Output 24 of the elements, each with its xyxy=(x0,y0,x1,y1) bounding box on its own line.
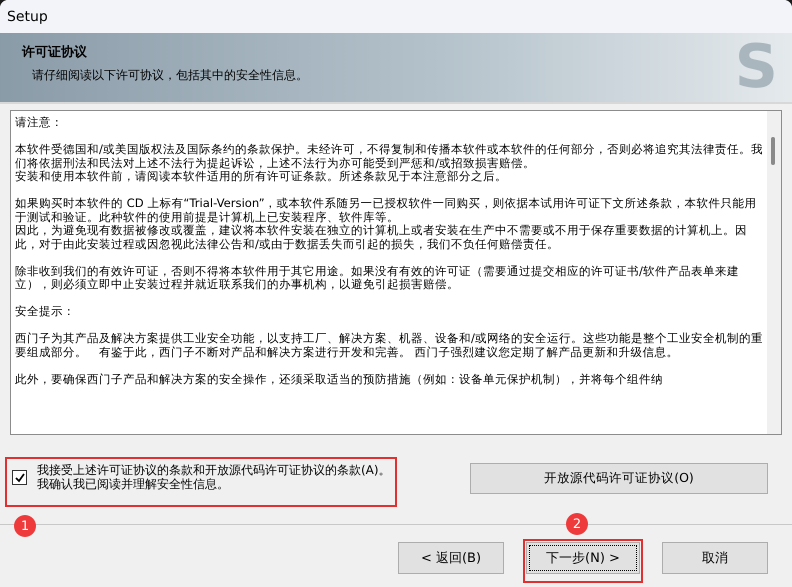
accept-checkbox[interactable] xyxy=(12,470,27,485)
license-paragraph: 因此，为避免现有数据被修改或覆盖，建议将本软件安装在独立的计算机上或者安装在生产中不需要或不用于保存重要数据的计算机上。因此，对于由此安装过程或因忽视此法律公告和/或由于数据丢失而引起的损失，我们不负任何赔偿责任。 xyxy=(15,224,748,251)
cancel-button[interactable]: 取消 xyxy=(662,542,768,574)
license-paragraph: 西门子为其产品及解决方案提供工业安全功能，以支持工厂、解决方案、机器、设备和/或网络的安全运行。这些功能是整个工业安全机制的重要组成部分。 有鉴于此，西门子不断对产品和解决方案进行开发和完善。 西门子强烈建议您定期了解产品更新和升级信息。 xyxy=(15,332,763,359)
page-title: 许可证协议 xyxy=(22,44,88,61)
step-badge: 2 xyxy=(566,513,588,535)
accept-label: 我确认我已阅读并理解安全性信息。 xyxy=(37,477,230,491)
license-paragraph: 本软件受德国和/或美国版权法及国际条约的条款保护。未经许可，不得复制和传播本软件或本软件的任何部分，否则必将追究其法律责任。我们将依据刑法和民法对上述不法行为提起诉讼，上述不法行为亦可能受到严惩和/或招致损害赔偿。 xyxy=(15,143,763,170)
license-paragraph: 除非收到我们的有效许可证，否则不得将本软件用于其它用途。如果没有有效的许可证（需要通过提交相应的许可证书/软件产品表单来建立），则必须立即中止安装过程并就近联系我们的办事机构，以避免引起损害赔偿。 xyxy=(15,264,740,292)
logo-text: S xyxy=(734,37,778,102)
license-paragraph: 如果购买时本软件的 CD 上标有“Trial-Version”，或本软件系随另一已授权软件一同购买，则依据本试用许可证下文所述条款，本软件只能用于测试和验证。此种软件的使用前提是计算机上已安装程序、软件库等。 xyxy=(15,197,758,224)
window-title: Setup xyxy=(7,8,48,24)
page-subtitle: 请仔细阅读以下许可协议，包括其中的安全性信息。 xyxy=(31,67,308,84)
license-text-area[interactable] xyxy=(10,110,782,435)
back-button[interactable]: < 返回(B) xyxy=(398,542,504,574)
next-button[interactable]: 下一步(N) > xyxy=(526,542,640,574)
open-source-license-button[interactable]: 开放源代码许可证协议(O) xyxy=(470,463,768,494)
license-paragraph: 安全提示： xyxy=(15,305,76,318)
scrollbar[interactable] xyxy=(767,111,781,434)
license-paragraph: 此外，要确保西门子产品和解决方案的安全操作，还须采取适当的预防措施（例如：设备单元保护机制），并将每个组件纳 xyxy=(15,372,664,386)
license-paragraph: 安装和使用本软件前，请阅读本软件适用的所有许可证条款。所述条款见于本注意部分之后。 xyxy=(15,170,508,184)
step-badge: 1 xyxy=(14,515,36,537)
accept-label: 我接受上述许可证协议的条款和开放源代码许可证协议的条款(A)。 xyxy=(37,463,391,477)
license-paragraph: 请注意： xyxy=(15,116,64,130)
